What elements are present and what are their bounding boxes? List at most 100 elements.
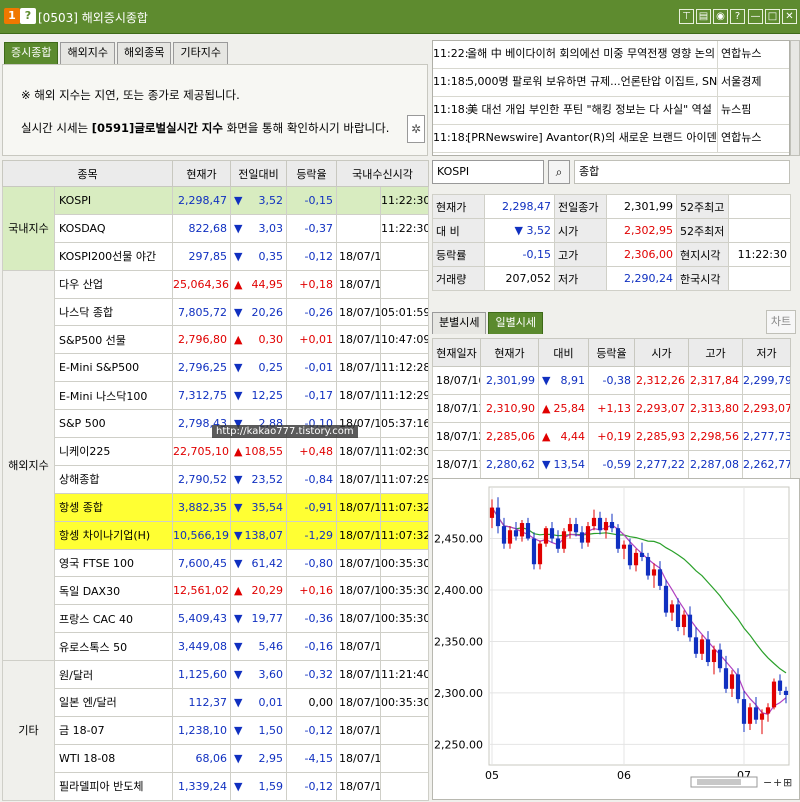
table-row[interactable]: 기타원/달러1,125,60▼3,60-0,3218/07/1711:21:40 bbox=[2, 660, 430, 801]
table-row[interactable]: 해외지수다우 산업25,064,36▲44,95+0,1818/07/16 bbox=[2, 269, 430, 662]
index-name[interactable]: KOSDAQ bbox=[54, 213, 173, 243]
table-row[interactable]: 금 18-071,238,10▼ 1,50-0,1218/07/16 bbox=[3, 715, 430, 745]
index-name[interactable]: 영국 FTSE 100 bbox=[54, 548, 173, 578]
index-name[interactable]: 항셍 종합 bbox=[54, 492, 173, 522]
symbol-input[interactable]: KOSPI bbox=[432, 160, 544, 184]
index-name[interactable]: 일본 엔/달러 bbox=[54, 688, 173, 717]
news-item[interactable]: 11:18: [PRNewswire] Avantor(R)의 새로운 브랜드 아… bbox=[433, 125, 789, 153]
index-name[interactable]: 나스닥 종합 bbox=[54, 297, 173, 327]
index-time: 00:35:30 bbox=[379, 548, 430, 578]
change-value: 4,44 bbox=[560, 430, 586, 443]
table-row[interactable]: 필라델피아 반도체1,339,24▼ 1,59-0,1218/07/16 bbox=[3, 771, 430, 801]
daily-col-low[interactable]: 저가 bbox=[742, 338, 791, 367]
index-name[interactable]: 항셍 차이나기업(H) bbox=[54, 520, 173, 550]
tab-minute-quotes[interactable]: 분별시세 bbox=[432, 312, 487, 334]
news-item[interactable]: 11:18: 5,000명 팔로워 보유하면 규제...언론탄압 이집트, SNS… bbox=[433, 69, 789, 97]
table-row[interactable]: 유로스톡스 503,449,08▼ 5,46-0,1618/07/16 bbox=[3, 632, 430, 662]
help-button-icon[interactable]: ? bbox=[730, 9, 745, 24]
index-name[interactable]: 프랑스 CAC 40 bbox=[54, 604, 173, 634]
index-name[interactable]: KOSPI bbox=[54, 186, 173, 215]
table-row[interactable]: 상해종합2,790,52▼ 23,52-0,8418/07/1711:07:29 bbox=[3, 464, 430, 494]
news-headline[interactable]: 올해 中 베이다이허 회의에선 미중 무역전쟁 영향 논의 bbox=[467, 41, 717, 68]
col-header-name[interactable]: 종목 bbox=[2, 160, 173, 187]
tab-other-index[interactable]: 기타지수 bbox=[173, 42, 228, 64]
tab-overseas-index[interactable]: 해외지수 bbox=[60, 42, 115, 64]
index-name[interactable]: E-Mini S&P500 bbox=[54, 353, 173, 383]
zoom-in-icon[interactable]: + bbox=[773, 776, 782, 789]
col-header-price[interactable]: 현재가 bbox=[172, 160, 231, 187]
candle-body bbox=[621, 544, 627, 549]
help-icon[interactable]: ? bbox=[20, 8, 36, 24]
search-icon[interactable]: ⌕ bbox=[548, 160, 570, 184]
index-name[interactable]: 니케이225 bbox=[54, 437, 173, 466]
chart-button[interactable]: 차트 bbox=[766, 310, 796, 334]
index-name[interactable]: 독일 DAX30 bbox=[54, 576, 173, 606]
quote-label: 전일종가 bbox=[554, 194, 607, 219]
index-name[interactable]: S&P 500 bbox=[54, 409, 173, 439]
index-price: 7,805,72 bbox=[172, 297, 231, 327]
table-row[interactable]: WTI 18-0868,06▼ 2,95-4,1518/07/16 bbox=[3, 743, 430, 773]
news-item[interactable]: 11:22: 올해 中 베이다이허 회의에선 미중 무역전쟁 영향 논의 연합뉴스 bbox=[433, 41, 789, 69]
table-row[interactable]: E-Mini S&P5002,796,25▼ 0,25-0,0118/07/171… bbox=[3, 353, 430, 383]
table-row[interactable]: 나스닥 종합7,805,72▼ 20,26-0,2618/07/1705:01:5… bbox=[3, 297, 430, 327]
index-name[interactable]: 유로스톡스 50 bbox=[54, 632, 173, 662]
close-icon[interactable]: ✕ bbox=[782, 9, 797, 24]
news-item[interactable]: 11:18: 美 대선 개입 부인한 푸틴 "해킹 정보는 다 사실" 역설 뉴스핌 bbox=[433, 97, 789, 125]
minimize-icon[interactable]: — bbox=[748, 9, 763, 24]
table-row[interactable]: 일본 엔/달러112,37▼ 0,010,0018/07/1700:35:30 bbox=[3, 688, 430, 717]
index-name[interactable]: 다우 산업 bbox=[54, 269, 173, 299]
daily-col-date[interactable]: 현재일자 bbox=[432, 338, 481, 367]
index-name[interactable]: 원/달러 bbox=[54, 660, 173, 690]
daily-col-open[interactable]: 시가 bbox=[634, 338, 689, 367]
chart-settings-icon[interactable]: ⊞ bbox=[783, 776, 792, 789]
table-row[interactable]: E-Mini 나스닥1007,312,75▼ 12,25-0,1718/07/17… bbox=[3, 381, 430, 411]
daily-row[interactable]: 18/07/12 2,285,06 ▲ 4,44 +0,19 2,285,93 2,298,… bbox=[432, 422, 791, 451]
daily-col-price[interactable]: 현재가 bbox=[480, 338, 539, 367]
candle-body bbox=[591, 517, 597, 527]
maximize-icon[interactable]: □ bbox=[765, 9, 780, 24]
table-row[interactable]: 영국 FTSE 1007,600,45▼ 61,42-0,8018/07/1700… bbox=[3, 548, 430, 578]
daily-row[interactable]: 18/07/16 2,301,99 ▼ 8,91 -0,38 2,312,26 2,317,… bbox=[432, 366, 791, 395]
index-name[interactable]: S&P500 선물 bbox=[54, 325, 173, 355]
news-headline[interactable]: [PRNewswire] Avantor(R)의 새로운 브랜드 아이덴티 bbox=[467, 125, 717, 152]
table-row[interactable]: 국내지수 KOSPI 2,298,47 ▼ 3,52 -0,15 11:22:30 bbox=[2, 186, 430, 271]
table-row[interactable]: 항셍 종합3,882,35▼ 35,54-0,9118/07/1711:07:32 bbox=[3, 492, 430, 522]
price-chart[interactable]: 2,450.00 2,400.00 2,350.00 2,300.00 2,250.00… bbox=[432, 478, 800, 800]
daily-col-high[interactable]: 고가 bbox=[688, 338, 743, 367]
table-row[interactable]: S&P500 선물2,796,80▲ 0,30+0,0118/07/1710:47… bbox=[3, 325, 430, 355]
index-name[interactable]: 상해종합 bbox=[54, 464, 173, 494]
col-header-time[interactable]: 국내수신시각 bbox=[335, 160, 430, 187]
chart-scroll-thumb[interactable] bbox=[697, 779, 741, 785]
index-rate: -0,12 bbox=[286, 715, 337, 745]
daily-col-rate[interactable]: 등락율 bbox=[588, 338, 635, 367]
col-header-rate[interactable]: 등락율 bbox=[286, 160, 337, 187]
zoom-out-icon[interactable]: − bbox=[763, 776, 772, 789]
table-row[interactable]: 독일 DAX3012,561,02▲ 20,29+0,1618/07/1700:3… bbox=[3, 576, 430, 606]
window-number-icon[interactable]: 1 bbox=[4, 8, 20, 24]
table-row[interactable]: 항셍 차이나기업(H)10,566,19▼138,07-1,2918/07/17… bbox=[3, 520, 430, 550]
settings-icon[interactable]: ◉ bbox=[713, 9, 728, 24]
tab-overseas-stocks[interactable]: 해외종목 bbox=[116, 42, 172, 64]
index-name[interactable]: KOSPI200선물 야간 bbox=[54, 241, 173, 271]
table-row[interactable]: 니케이22522,705,10▲108,55+0,4818/07/1711:02… bbox=[3, 437, 430, 466]
daily-row[interactable]: 18/07/11 2,280,62 ▼ 13,54 -0,59 2,277,22 2,287… bbox=[432, 450, 791, 479]
news-headline[interactable]: 美 대선 개입 부인한 푸틴 "해킹 정보는 다 사실" 역설 bbox=[467, 97, 717, 124]
index-name[interactable]: 금 18-07 bbox=[54, 715, 173, 745]
index-name[interactable]: WTI 18-08 bbox=[54, 743, 173, 773]
gear-icon[interactable]: ✲ bbox=[407, 115, 425, 143]
index-name[interactable]: 필라델피아 반도체 bbox=[54, 771, 173, 801]
news-headline[interactable]: 5,000명 팔로워 보유하면 규제...언론탄압 이집트, SNS bbox=[467, 69, 717, 96]
index-name[interactable]: E-Mini 나스닥100 bbox=[54, 381, 173, 411]
daily-row[interactable]: 18/07/13 2,310,90 ▲ 25,84 +1,13 2,293,07 2,313… bbox=[432, 394, 791, 423]
news-scrollbar[interactable] bbox=[790, 40, 800, 156]
change-value: 5,46 bbox=[258, 640, 284, 654]
table-row[interactable]: KOSPI200선물 야간297,85▼ 0,35-0,1218/07/16 bbox=[3, 241, 430, 271]
pin-icon[interactable]: ⊤ bbox=[679, 9, 694, 24]
print-icon[interactable]: ▤ bbox=[696, 9, 711, 24]
tab-market-summary[interactable]: 증시종합 bbox=[4, 42, 59, 64]
table-row[interactable]: KOSDAQ 822,68 ▼ 3,03 -0,37 11:22:30 bbox=[3, 213, 430, 243]
table-row[interactable]: 프랑스 CAC 405,409,43▼ 19,77-0,3618/07/1700:… bbox=[3, 604, 430, 634]
col-header-change[interactable]: 전일대비 bbox=[230, 160, 287, 187]
daily-col-change[interactable]: 대비 bbox=[538, 338, 589, 367]
tab-daily-quotes[interactable]: 일별시세 bbox=[488, 312, 543, 334]
